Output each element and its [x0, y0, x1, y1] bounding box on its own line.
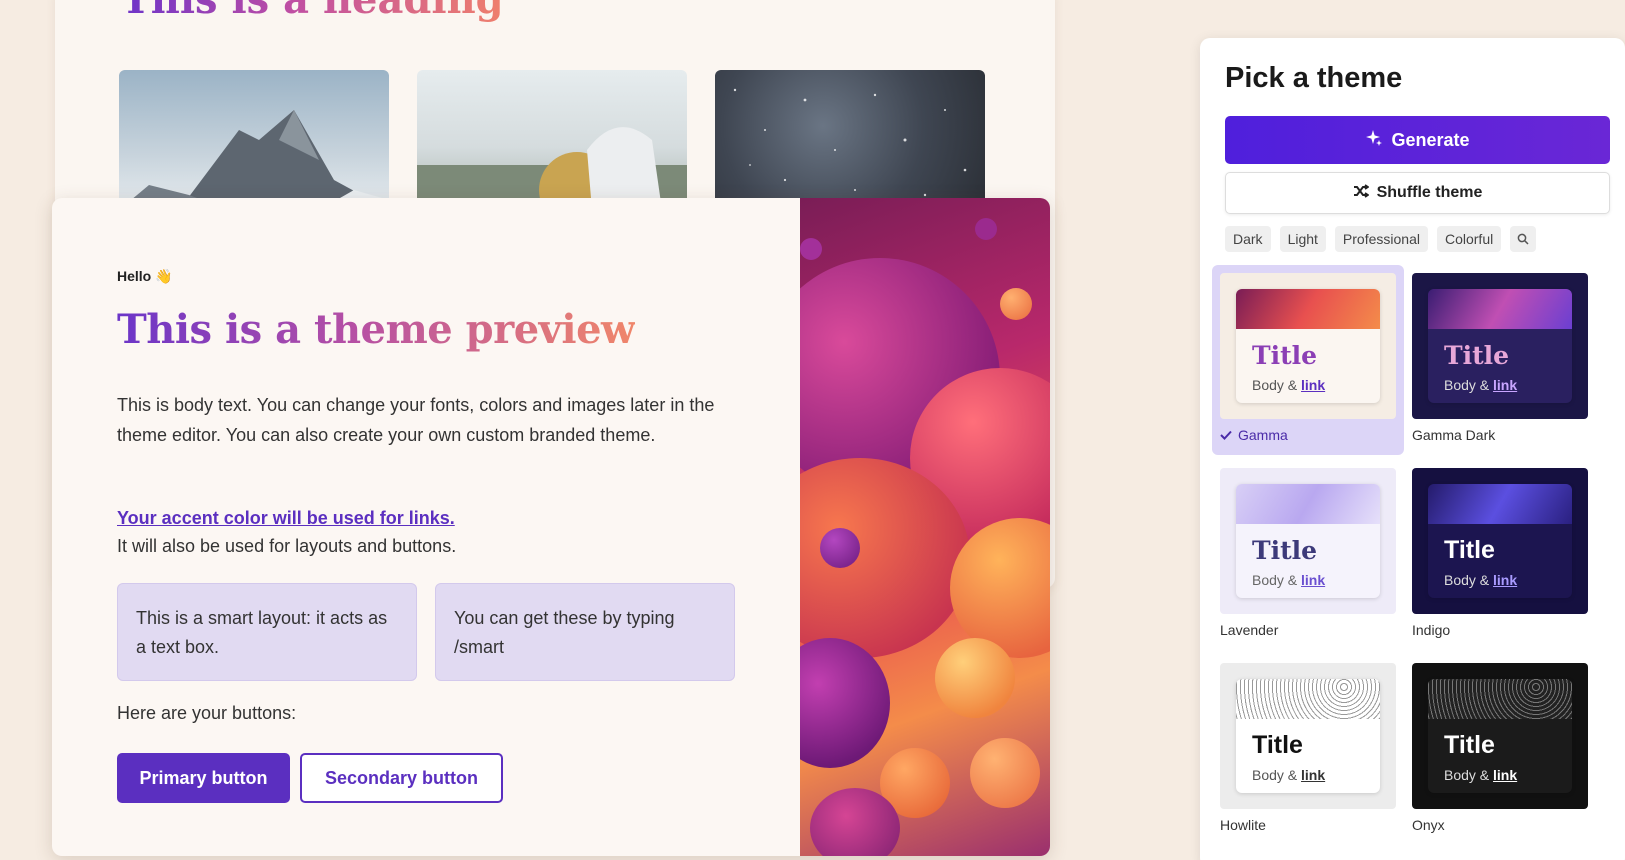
thumb-body-text: Body & — [1444, 572, 1490, 588]
accent-note: It will also be used for layouts and but… — [117, 536, 457, 556]
thumb-body: Body & link — [1444, 767, 1517, 783]
thumb-title: Title — [1444, 341, 1510, 370]
thumb-link: link — [1493, 377, 1518, 393]
theme-label: Onyx — [1412, 817, 1602, 833]
starry-sky-image — [715, 70, 985, 210]
theme-thumbnail: Title Body & link — [1220, 273, 1396, 419]
preview-body-text: This is body text. You can change your f… — [117, 395, 715, 445]
theme-picker-panel: Pick a theme Generate Shuffle theme Dark… — [1200, 38, 1625, 860]
shuffle-icon — [1353, 183, 1370, 203]
slide-heading: This is a heading — [121, 0, 504, 23]
thumb-title: Title — [1444, 731, 1495, 759]
astronaut-image — [417, 70, 687, 210]
thumb-body: Body & link — [1444, 377, 1517, 393]
smart-layout-box: You can get these by typing /smart — [435, 583, 735, 681]
thumb-body: Body & link — [1252, 377, 1325, 393]
shuffle-label: Shuffle theme — [1376, 184, 1483, 201]
theme-name: Gamma — [1238, 427, 1288, 443]
theme-label: Howlite — [1220, 817, 1410, 833]
theme-name: Onyx — [1412, 817, 1445, 833]
filter-chip-colorful[interactable]: Colorful — [1436, 226, 1502, 252]
abstract-art-image — [800, 198, 1050, 856]
generate-button[interactable]: Generate — [1225, 116, 1610, 164]
theme-thumbnail: Title Body & link — [1412, 663, 1588, 809]
thumb-body-text: Body & — [1252, 572, 1298, 588]
smart-layout-box: This is a smart layout: it acts as a tex… — [117, 583, 417, 681]
primary-button[interactable]: Primary button — [117, 753, 290, 803]
theme-name: Lavender — [1220, 622, 1279, 638]
thumb-title: Title — [1252, 731, 1303, 759]
shuffle-theme-button[interactable]: Shuffle theme — [1225, 172, 1610, 214]
filter-chip-dark[interactable]: Dark — [1225, 226, 1271, 252]
thumb-title: Title — [1252, 536, 1318, 565]
filter-chip-light[interactable]: Light — [1279, 226, 1326, 252]
greeting-text: Hello 👋 — [117, 268, 173, 284]
secondary-button[interactable]: Secondary button — [300, 753, 503, 803]
thumb-link: link — [1493, 767, 1518, 783]
theme-card-gamma[interactable]: Title Body & link Gamma — [1212, 265, 1410, 455]
theme-thumbnail: Title Body & link — [1220, 663, 1396, 809]
thumb-body-text: Body & — [1252, 767, 1298, 783]
theme-name: Gamma Dark — [1412, 427, 1496, 443]
thumb-body: Body & link — [1252, 572, 1325, 588]
mountain-image — [119, 70, 389, 210]
check-icon — [1220, 427, 1232, 443]
theme-thumbnail: Title Body & link — [1412, 468, 1588, 614]
preview-title: This is a theme preview — [117, 306, 636, 353]
accent-link[interactable]: Your accent color will be used for links… — [117, 508, 455, 529]
theme-card-indigo[interactable]: Title Body & link Indigo — [1412, 468, 1602, 638]
theme-preview-card: Hello 👋 This is a theme preview This is … — [52, 198, 1050, 856]
theme-card-lavender[interactable]: Title Body & link Lavender — [1220, 468, 1410, 638]
theme-thumbnail: Title Body & link — [1220, 468, 1396, 614]
thumb-link: link — [1493, 572, 1518, 588]
sparkle-icon — [1365, 129, 1383, 152]
theme-label: Lavender — [1220, 622, 1410, 638]
theme-label: Gamma Dark — [1412, 427, 1602, 443]
theme-name: Howlite — [1220, 817, 1266, 833]
theme-card-howlite[interactable]: Title Body & link Howlite — [1220, 663, 1410, 833]
theme-card-onyx[interactable]: Title Body & link Onyx — [1412, 663, 1602, 833]
thumb-body-text: Body & — [1444, 767, 1490, 783]
theme-filter-chips: Dark Light Professional Colorful — [1225, 226, 1537, 252]
thumb-body: Body & link — [1444, 572, 1517, 588]
thumb-body-text: Body & — [1252, 377, 1298, 393]
thumb-link: link — [1301, 377, 1326, 393]
theme-label: Gamma — [1220, 427, 1410, 443]
panel-title: Pick a theme — [1225, 62, 1403, 94]
generate-label: Generate — [1391, 129, 1470, 150]
search-icon[interactable] — [1510, 226, 1537, 252]
buttons-label: Here are your buttons: — [117, 703, 297, 723]
thumb-link: link — [1301, 572, 1326, 588]
theme-label: Indigo — [1412, 622, 1602, 638]
theme-name: Indigo — [1412, 622, 1451, 638]
thumb-body: Body & link — [1252, 767, 1325, 783]
thumb-link: link — [1301, 767, 1326, 783]
filter-chip-professional[interactable]: Professional — [1334, 226, 1428, 252]
thumb-body-text: Body & — [1444, 377, 1490, 393]
thumb-title: Title — [1444, 536, 1495, 564]
theme-card-gamma-dark[interactable]: Title Body & link Gamma Dark — [1412, 273, 1602, 443]
thumb-title: Title — [1252, 341, 1318, 370]
theme-thumbnail: Title Body & link — [1412, 273, 1588, 419]
